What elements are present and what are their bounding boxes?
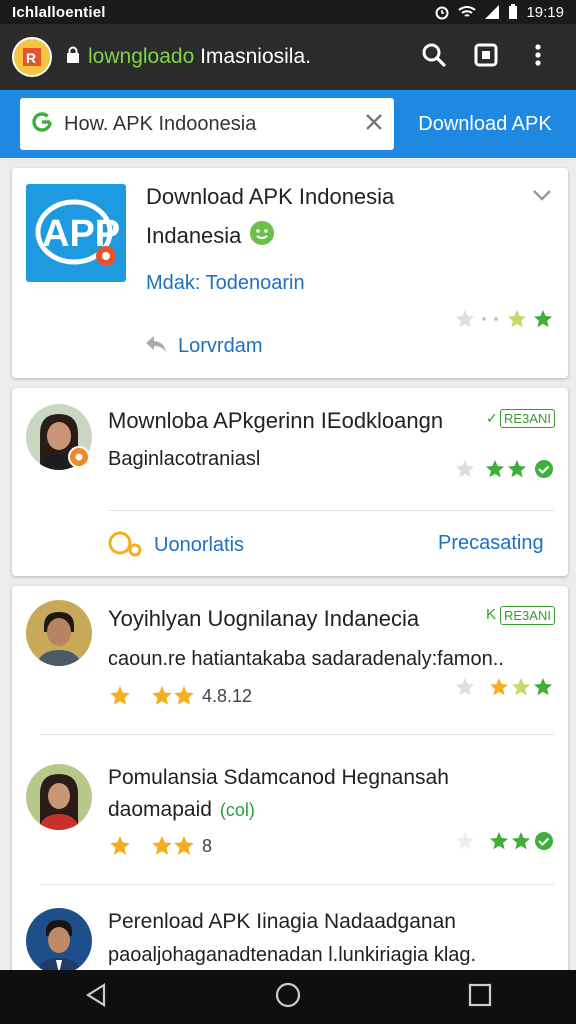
app-result-card[interactable]: APP Download APK Indonesia Indanesia Mda… [12, 168, 568, 378]
result-title: Mownloba APkgerinn IEodkloangn [108, 408, 444, 433]
card-action-left[interactable]: Uonorlatis [108, 528, 244, 563]
result-subtitle: Baginlacotraniasl [108, 448, 261, 470]
rating-stars [454, 308, 558, 330]
result-title[interactable]: Pomulansia Sdamcanod Hegnansah [108, 766, 449, 790]
home-button[interactable] [258, 970, 318, 1024]
battery-icon [508, 4, 518, 20]
browser-toolbar: R lowngloado Imasniosila. [0, 24, 576, 90]
site-search-input[interactable]: How. APK Indoonesia [20, 98, 394, 150]
home-circle-icon [274, 981, 302, 1014]
divider [40, 734, 554, 735]
card-action-right[interactable]: Precasating [438, 532, 544, 555]
recents-square-icon [468, 983, 492, 1012]
search-button[interactable] [408, 31, 460, 83]
wifi-icon [458, 5, 477, 19]
card-action-left-label: Uonorlatis [154, 534, 245, 556]
site-favicon-icon[interactable]: R [12, 37, 52, 77]
result-title-extra: (col) [219, 800, 255, 820]
recents-button[interactable] [450, 970, 510, 1024]
result-title[interactable]: Perenload APK Iinagia Nadaadganan [108, 910, 456, 934]
lock-icon [66, 46, 80, 69]
camera-badge-icon [68, 446, 90, 473]
download-apk-link[interactable]: Download APK [394, 113, 576, 136]
verified-check-icon: ✓ [486, 410, 498, 426]
status-badge: RE3ANI [500, 409, 555, 428]
google-g-icon [30, 110, 54, 139]
rating-stars-right [454, 830, 558, 852]
avatar [26, 600, 92, 666]
carrier-label: Ichlalloentiel [12, 3, 106, 21]
result-title-line2: daomapaid [108, 798, 212, 821]
result-title[interactable]: Yoyihlyan Uognilanay Indanecia [108, 606, 419, 632]
avatar [26, 908, 92, 974]
app-meta: Mdak: Todenoarin [146, 272, 305, 294]
url-domain: lowngloado [88, 45, 195, 68]
url-text: lowngloado Imasniosila. [88, 45, 311, 69]
apk-app-icon: APP [26, 184, 126, 282]
result-card[interactable]: Mownloba APkgerinn IEodkloangn ✓ RE3ANI … [12, 388, 568, 576]
rating-stars: 4.8.12 [108, 684, 252, 708]
status-bar: Ichlalloentiel 19:19 [0, 0, 576, 24]
share-icon [108, 528, 142, 563]
rating-stars [454, 458, 558, 480]
result-subtitle: caoun.re hatiantakaba sadaradenaly:famon… [108, 648, 504, 670]
search-icon [421, 42, 447, 73]
svg-text:R: R [26, 50, 36, 66]
tabs-button[interactable] [460, 31, 512, 83]
overflow-menu-button[interactable] [512, 31, 564, 83]
rating-stars-right [454, 676, 558, 698]
app-title-line2: Indanesia [146, 222, 242, 248]
system-nav-bar [0, 970, 576, 1024]
tabs-icon [474, 43, 498, 72]
clear-icon[interactable] [364, 112, 384, 137]
smiley-icon [249, 220, 275, 251]
results-list: Yoyihlyan Uognilanay Indanecia K RE3ANI … [12, 586, 568, 1006]
app-title: Download APK Indonesia [146, 184, 395, 209]
alarm-icon [434, 4, 450, 20]
url-field[interactable]: lowngloado Imasniosila. [66, 33, 408, 81]
divider [108, 510, 554, 511]
url-path: Imasniosila. [194, 45, 311, 68]
card-action[interactable]: Lorvrdam [144, 334, 262, 359]
k-label-icon: K [486, 606, 497, 623]
chevron-down-icon[interactable] [532, 188, 552, 207]
reply-icon [144, 334, 168, 359]
rating-value: 4.8.12 [202, 685, 253, 706]
result-subtitle: paoaljohaganadtenadan l.lunkiriagia klag… [108, 944, 477, 966]
site-search-bar: How. APK Indoonesia Download APK [0, 90, 576, 158]
divider [40, 884, 554, 885]
search-query: How. APK Indoonesia [64, 112, 257, 135]
more-vertical-icon [534, 43, 542, 72]
clock-time: 19:19 [526, 3, 564, 21]
card-action-label: Lorvrdam [178, 335, 263, 357]
rating-stars: 8 [108, 834, 212, 858]
signal-icon [484, 5, 500, 19]
avatar [26, 764, 92, 830]
back-button[interactable] [66, 970, 126, 1024]
status-badge: RE3ANI [500, 606, 555, 625]
rating-value: 8 [202, 835, 213, 856]
back-triangle-icon [85, 982, 107, 1012]
